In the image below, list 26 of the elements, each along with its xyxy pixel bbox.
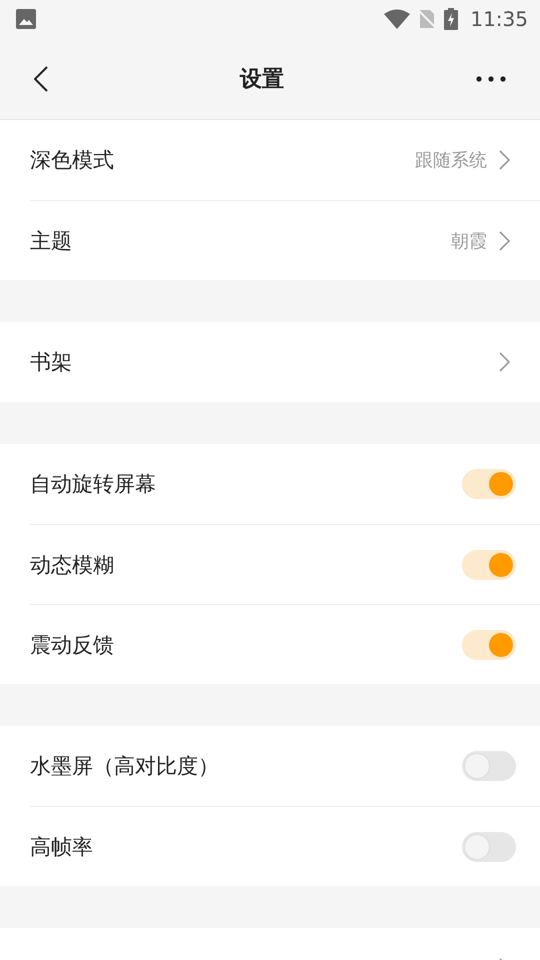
toggle-switch[interactable] <box>462 630 516 660</box>
back-icon[interactable] <box>34 66 48 92</box>
setting-label: 水墨屏（高对比度） <box>30 753 219 780</box>
battery-charging-icon <box>444 8 458 30</box>
chevron-right-icon[interactable] <box>499 150 510 170</box>
setting-label: 深色模式 <box>30 147 114 174</box>
chevron-right-icon[interactable] <box>499 230 510 250</box>
setting-label: 震动反馈 <box>30 632 114 658</box>
setting-label: 高帧率 <box>30 834 93 860</box>
setting-label: 书架 <box>30 349 72 376</box>
setting-value: 朝霞 <box>451 230 487 252</box>
setting-label: 主题 <box>30 228 72 254</box>
setting-value: 跟随系统 <box>415 149 487 172</box>
page-title: 设置 <box>240 66 284 94</box>
chevron-right-icon[interactable] <box>499 352 510 372</box>
more-icon[interactable] <box>476 76 506 82</box>
toggle-switch[interactable] <box>462 751 516 781</box>
clock-time: 11:35 <box>470 7 528 31</box>
setting-label: 自动旋转屏幕 <box>30 471 156 498</box>
toggle-switch[interactable] <box>462 832 516 862</box>
image-icon <box>16 9 36 29</box>
no-sim-icon <box>418 9 436 29</box>
wifi-icon <box>384 9 410 29</box>
setting-label: 动态模糊 <box>30 552 114 578</box>
toggle-switch[interactable] <box>462 469 516 499</box>
toggle-switch[interactable] <box>462 550 516 580</box>
